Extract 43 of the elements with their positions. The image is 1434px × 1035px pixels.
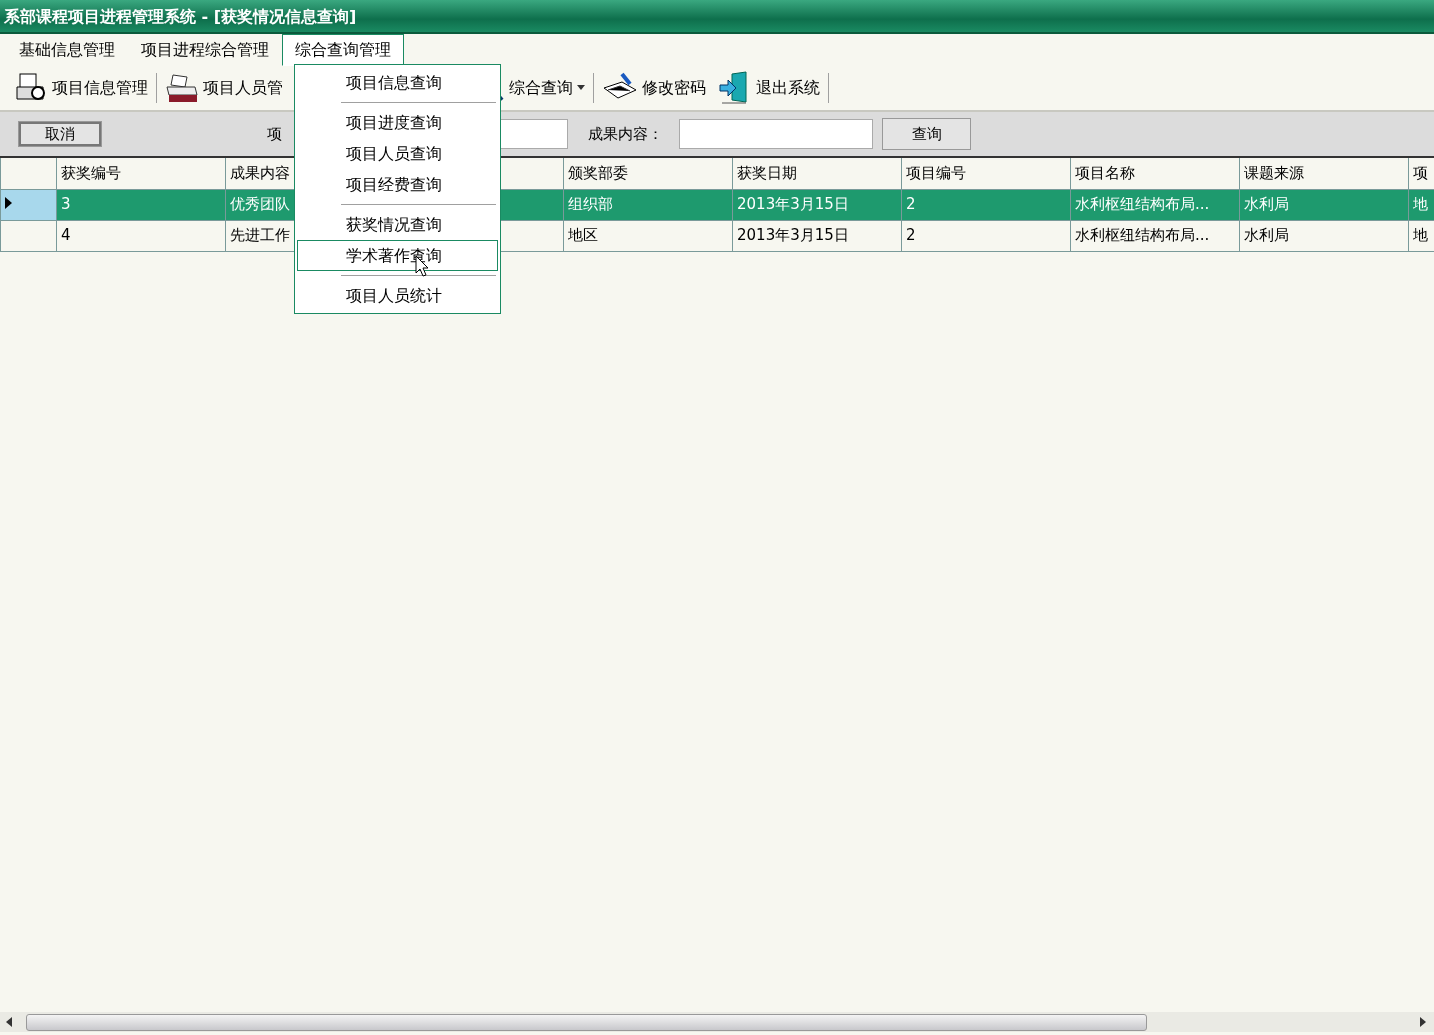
toolbar-button[interactable]: 修改密码: [596, 72, 712, 104]
table-cell: 3: [56, 189, 226, 220]
column-header[interactable]: 项目编号: [901, 158, 1071, 189]
scroll-thumb[interactable]: [26, 1014, 1147, 1031]
table-cell: 2: [901, 220, 1071, 251]
column-header[interactable]: 项目名称: [1070, 158, 1240, 189]
table-cell: 水利局: [1239, 220, 1409, 251]
menu-item[interactable]: 综合查询管理: [282, 34, 404, 66]
field-label: 成果内容：: [588, 123, 663, 145]
horizontal-scrollbar[interactable]: [0, 1012, 1434, 1032]
menu-item[interactable]: 项目人员统计: [297, 280, 498, 311]
column-header[interactable]: 颁奖部委: [563, 158, 733, 189]
input-field[interactable]: [679, 119, 873, 149]
table-cell: 2013年3月15日: [732, 189, 902, 220]
column-header[interactable]: 项: [1408, 158, 1434, 189]
caret-icon: [577, 85, 585, 91]
table-cell: 水利枢纽结构布局...: [1070, 189, 1240, 220]
column-header[interactable]: 获奖日期: [732, 158, 902, 189]
row-pointer-icon: [5, 197, 12, 210]
menu-item[interactable]: 项目信息查询: [297, 67, 498, 98]
menu-item[interactable]: 基础信息管理: [6, 34, 128, 66]
cancel-button[interactable]: 取消: [18, 121, 102, 147]
window-title: 系部课程项目进程管理系统 - [获奖情况信息查询]: [0, 0, 1434, 34]
table-cell: 4: [56, 220, 226, 251]
search-button[interactable]: 查询: [882, 118, 971, 150]
menu-item[interactable]: 项目进度查询: [297, 107, 498, 138]
table-cell: 地区: [563, 220, 733, 251]
toolbar-button[interactable]: 项目人员管: [159, 71, 289, 105]
table-cell: 2013年3月15日: [732, 220, 902, 251]
table-cell: 水利枢纽结构布局...: [1070, 220, 1240, 251]
toolbar-button[interactable]: 项目信息管理: [8, 71, 154, 105]
table-cell: 组织部: [563, 189, 733, 220]
scroll-right-icon[interactable]: [1420, 1017, 1426, 1027]
menu-item[interactable]: 项目人员查询: [297, 138, 498, 169]
table-cell: 2: [901, 189, 1071, 220]
field-label: 项: [267, 123, 282, 145]
column-header[interactable]: 课题来源: [1239, 158, 1409, 189]
menu-item[interactable]: 项目进程综合管理: [128, 34, 282, 66]
column-header[interactable]: 获奖编号: [56, 158, 226, 189]
toolbar-button[interactable]: 退出系统: [712, 71, 826, 105]
input-field[interactable]: [498, 119, 568, 149]
scroll-left-icon[interactable]: [6, 1017, 12, 1027]
table-cell: 水利局: [1239, 189, 1409, 220]
